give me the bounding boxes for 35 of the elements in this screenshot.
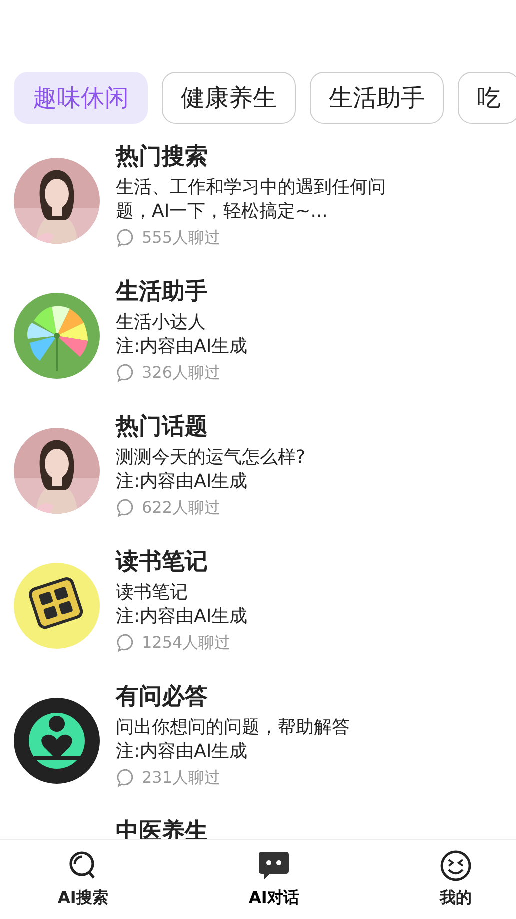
- bot-title: 热门搜索: [116, 143, 208, 172]
- ai-note: 注:内容由AI生成: [116, 470, 248, 494]
- nav-tab[interactable]: 我的: [440, 840, 472, 919]
- bot-description: 读书笔记: [116, 581, 188, 605]
- bot-description: 问出你想问的问题，帮助解答: [116, 716, 350, 740]
- speech-bubble-icon: [116, 228, 136, 248]
- chat-count: 326人聊过: [142, 362, 221, 384]
- chat-icon: [258, 850, 290, 882]
- ai-note: 注:内容由AI生成: [116, 740, 248, 764]
- chat-count: 1254人聊过: [142, 632, 231, 654]
- chat-count: 231人聊过: [142, 767, 221, 789]
- speech-bubble-icon: [116, 363, 136, 383]
- category-tab[interactable]: 健康养生: [162, 72, 296, 124]
- smiley-icon: [440, 850, 472, 882]
- bot-description: 生活小达人: [116, 311, 206, 335]
- nav-tab[interactable]: AI搜索: [58, 840, 108, 919]
- category-tab[interactable]: 吃: [458, 72, 516, 124]
- category-tab[interactable]: 趣味休闲: [14, 72, 148, 124]
- bot-title: 热门话题: [116, 413, 208, 442]
- chat-count: 622人聊过: [142, 497, 221, 519]
- fan-icon: [14, 293, 100, 379]
- speech-bubble-icon: [116, 498, 136, 518]
- ai-note: 注:内容由AI生成: [116, 605, 248, 629]
- ai-note: 注:内容由AI生成: [116, 335, 248, 359]
- bot-title: 读书笔记: [116, 548, 208, 577]
- category-tab[interactable]: 生活助手: [310, 72, 444, 124]
- chat-count: 555人聊过: [142, 227, 221, 249]
- waffle-icon: [14, 563, 100, 649]
- bot-description: 测测今天的运气怎么样?: [116, 446, 306, 470]
- nav-tab[interactable]: AI对话: [249, 840, 300, 919]
- speech-bubble-icon: [116, 768, 136, 788]
- bot-description: 生活、工作和学习中的遇到任何问题，AI一下，轻松搞定~...: [116, 176, 387, 224]
- bot-title: 生活助手: [116, 278, 208, 307]
- speech-bubble-icon: [116, 633, 136, 653]
- bot-title: 有问必答: [116, 683, 208, 712]
